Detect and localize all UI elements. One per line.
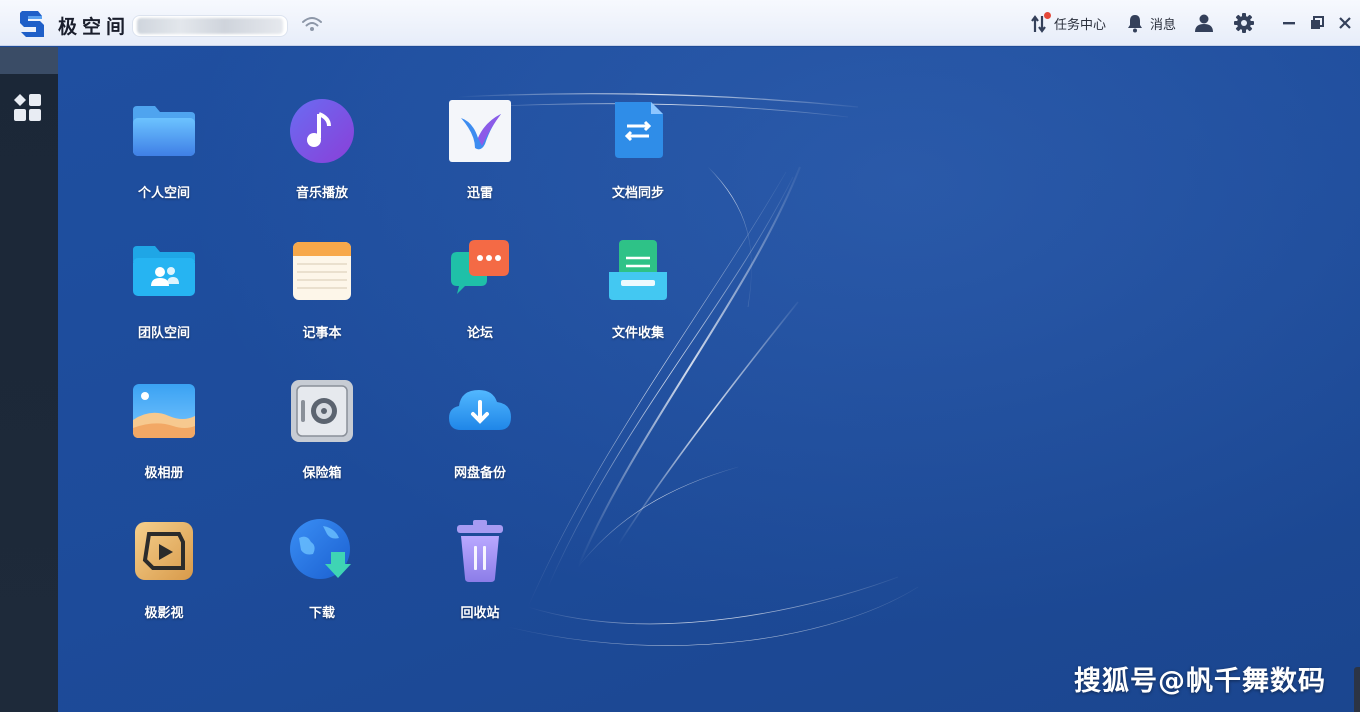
- app-personal-space[interactable]: 个人空间: [104, 82, 224, 208]
- gear-icon: [1234, 13, 1254, 33]
- apps-grid-icon[interactable]: [13, 93, 43, 123]
- app-label: 极相册: [144, 466, 184, 481]
- cloud-backup-icon: [449, 390, 511, 430]
- thunder-bird-icon: [449, 100, 511, 162]
- app-cloud-backup[interactable]: 网盘备份: [420, 362, 540, 488]
- photo-album-icon: [133, 384, 195, 438]
- user-icon: [1195, 14, 1213, 32]
- account-name-blurred[interactable]: [132, 15, 288, 37]
- restore-icon[interactable]: [1307, 13, 1327, 33]
- watermark: 搜狐号@帆千舞数码: [1074, 666, 1326, 697]
- app-recycle-bin[interactable]: 回收站: [420, 502, 540, 628]
- notepad-icon: [293, 242, 351, 300]
- sidebar-active-indicator: [0, 47, 58, 74]
- app-label: 回收站: [460, 606, 500, 621]
- app-label: 保险箱: [302, 466, 342, 481]
- messages-button[interactable]: 消息: [1126, 0, 1176, 46]
- app-label: 音乐播放: [295, 186, 348, 201]
- personal-folder-icon: [133, 106, 195, 156]
- forum-chat-icon: [451, 240, 509, 294]
- wallpaper-swirl: [457, 93, 919, 646]
- app-label: 文件收集: [611, 326, 664, 341]
- user-button[interactable]: [1194, 0, 1214, 46]
- sidebar: [0, 47, 58, 712]
- app-photo-album[interactable]: 极相册: [104, 362, 224, 488]
- app-logo-icon: [20, 11, 44, 37]
- app-team-space[interactable]: 团队空间: [104, 222, 224, 348]
- app-label: 团队空间: [137, 326, 190, 341]
- wifi-icon[interactable]: [300, 13, 324, 35]
- app-file-collection[interactable]: 文件收集: [578, 222, 698, 348]
- app-label: 文档同步: [611, 186, 664, 201]
- app-thunder[interactable]: 迅雷: [420, 82, 540, 208]
- app-label: 极影视: [144, 606, 184, 621]
- minimize-icon[interactable]: [1279, 13, 1299, 33]
- app-label: 个人空间: [137, 186, 190, 201]
- app-label: 下载: [308, 606, 335, 621]
- task-transfer-icon: [1030, 12, 1051, 34]
- document-sync-icon: [615, 102, 663, 158]
- app-notepad[interactable]: 记事本: [262, 222, 382, 348]
- app-safe-box[interactable]: 保险箱: [262, 362, 382, 488]
- app-label: 记事本: [302, 326, 342, 341]
- task-center-label: 任务中心: [1054, 17, 1107, 33]
- app-name: 极空间: [58, 16, 131, 38]
- close-icon[interactable]: [1335, 13, 1355, 33]
- app-label: 网盘备份: [453, 466, 506, 481]
- app-document-sync[interactable]: 文档同步: [578, 82, 698, 208]
- team-folder-icon: [133, 246, 195, 296]
- edge-handle[interactable]: [1354, 667, 1360, 712]
- app-video-player[interactable]: 极影视: [104, 502, 224, 628]
- app-download[interactable]: 下载: [262, 502, 382, 628]
- settings-button[interactable]: [1233, 0, 1255, 46]
- app-label: 迅雷: [466, 186, 493, 201]
- task-center-button[interactable]: 任务中心: [1030, 0, 1106, 46]
- recycle-bin-icon: [457, 520, 503, 582]
- bell-icon: [1128, 15, 1142, 33]
- app-label: 论坛: [466, 326, 493, 341]
- desktop-area: 个人空间 音乐播放 迅雷 文档同步 团队空间 记事本 论坛 文件收集 极相册 保…: [58, 47, 1360, 712]
- music-player-icon: [290, 99, 354, 163]
- file-collection-icon: [609, 240, 667, 300]
- app-music-player[interactable]: 音乐播放: [262, 82, 382, 208]
- safe-box-icon: [291, 380, 353, 442]
- messages-label: 消息: [1150, 17, 1177, 33]
- app-forum[interactable]: 论坛: [420, 222, 540, 348]
- video-player-icon: [135, 522, 193, 580]
- notification-dot: [1044, 12, 1051, 19]
- download-globe-icon: [290, 519, 351, 579]
- title-bar: 极空间 任务中心 消息: [0, 0, 1360, 46]
